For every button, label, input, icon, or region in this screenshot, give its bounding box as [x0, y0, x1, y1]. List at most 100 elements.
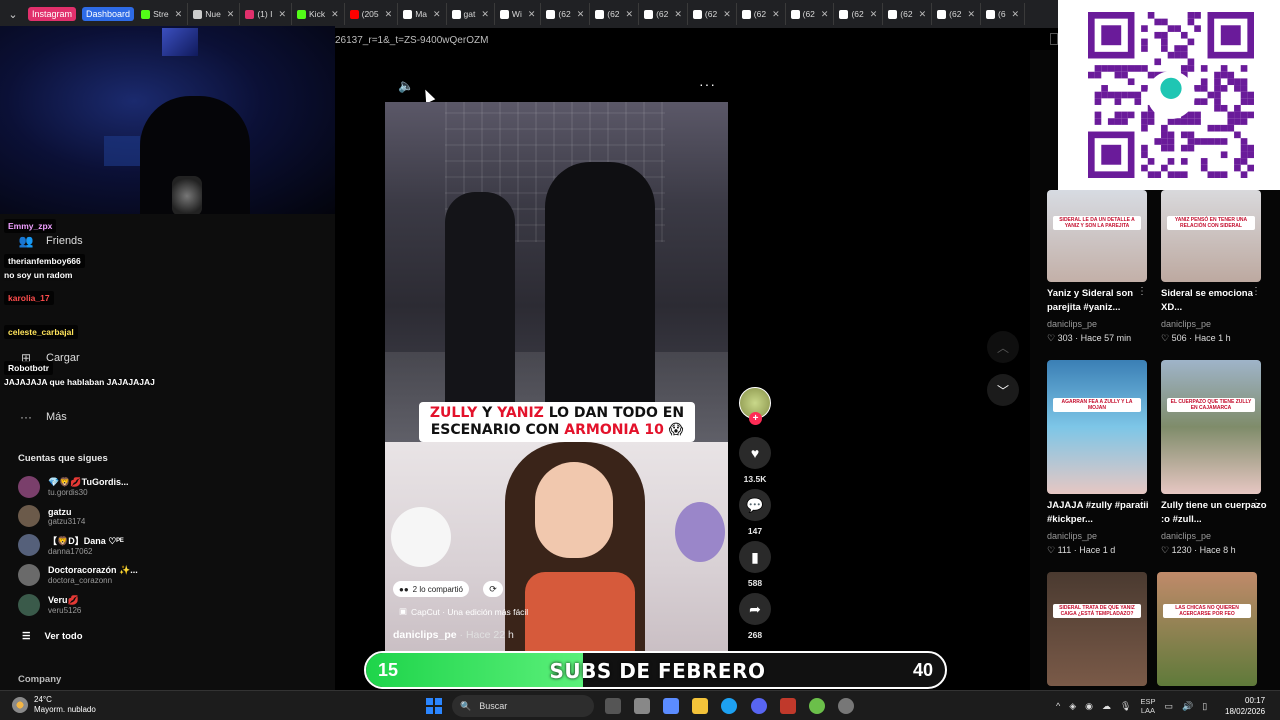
- pinned-tab-dashboard[interactable]: Dashboard: [82, 7, 135, 21]
- browser-tab[interactable]: (62 ✕: [639, 3, 688, 25]
- browser-tab[interactable]: (62 ✕: [883, 3, 933, 25]
- close-icon[interactable]: ✕: [967, 9, 975, 20]
- app-icon[interactable]: [809, 698, 825, 714]
- browser-tab[interactable]: (62 ✕: [590, 3, 640, 25]
- thumbnail-menu-icon[interactable]: ⋮: [1251, 498, 1261, 509]
- close-icon[interactable]: ✕: [227, 9, 235, 20]
- browser-tab[interactable]: (6 ✕: [981, 3, 1026, 25]
- browser-tab[interactable]: gat ✕: [447, 3, 495, 25]
- save-button[interactable]: ▮: [739, 541, 771, 573]
- tray-app-icon[interactable]: ◈: [1069, 701, 1076, 712]
- recommended-video-thumbnail[interactable]: AGARRAN FEA A ZULLY Y LA MOJAN: [1047, 360, 1147, 494]
- following-account[interactable]: Veru💋 veru5126: [18, 594, 81, 616]
- thumbnail-author[interactable]: daniclips_pe: [1047, 319, 1097, 329]
- address-bar[interactable]: 26137_r=1&_t=ZS-9400wQerOZM: [335, 30, 1060, 50]
- windows-start-icon[interactable]: [426, 698, 442, 714]
- close-icon[interactable]: ✕: [626, 9, 634, 20]
- following-account[interactable]: Doctoracorazón ✨... doctora_corazonn: [18, 564, 138, 586]
- chevron-up-icon[interactable]: ^: [1056, 701, 1060, 711]
- file-explorer-icon[interactable]: [692, 698, 708, 714]
- following-account[interactable]: 💎🦁💋TuGordis... tu.gordis30: [18, 476, 128, 498]
- browser-tab[interactable]: (62 ✕: [834, 3, 884, 25]
- close-icon[interactable]: ✕: [1012, 9, 1020, 20]
- video-options-icon[interactable]: ···: [699, 76, 716, 92]
- share-button[interactable]: ➦: [739, 593, 771, 625]
- thumbnail-menu-icon[interactable]: ⋮: [1137, 498, 1147, 509]
- close-icon[interactable]: ✕: [278, 9, 286, 20]
- close-icon[interactable]: ✕: [674, 9, 682, 20]
- thumbnail-author[interactable]: daniclips_pe: [1161, 531, 1211, 541]
- close-icon[interactable]: ✕: [528, 9, 536, 20]
- weather-widget[interactable]: 24°C Mayorm. nublado: [12, 695, 96, 715]
- task-view-icon[interactable]: [605, 698, 621, 714]
- browser-tab[interactable]: (62 ✕: [932, 3, 981, 25]
- next-video-button[interactable]: ﹀: [987, 374, 1019, 406]
- recommended-video-thumbnail[interactable]: EL CUERPAZO QUE TIENE ZULLY EN CAJAMARCA: [1161, 360, 1261, 494]
- close-icon[interactable]: ✕: [821, 9, 829, 20]
- thumbnail-author[interactable]: daniclips_pe: [1047, 531, 1097, 541]
- recommended-video-thumbnail[interactable]: YANIZ PENSÓ EN TENER UNA RELACIÓN CON SI…: [1161, 190, 1261, 282]
- browser-tab[interactable]: Stre ✕: [136, 3, 189, 25]
- thumbnail-author[interactable]: daniclips_pe: [1161, 319, 1211, 329]
- mic-icon[interactable]: 🎙: [1120, 701, 1131, 712]
- previous-video-button[interactable]: ︿: [987, 331, 1019, 363]
- store-icon[interactable]: [634, 698, 650, 714]
- close-icon[interactable]: ✕: [175, 9, 183, 20]
- browser-tab[interactable]: (62 ✕: [541, 3, 591, 25]
- video-player[interactable]: ZULLY Y YANIZ LO DAN TODO EN ESCENARIO C…: [385, 102, 728, 657]
- close-icon[interactable]: ✕: [481, 9, 489, 20]
- close-icon[interactable]: ✕: [331, 9, 339, 20]
- display-icon[interactable]: ▭: [1164, 701, 1173, 712]
- capcut-link[interactable]: ▣ CapCut · Una edición más fácil: [399, 606, 528, 617]
- shared-by-pill[interactable]: ●● 2 lo compartió: [393, 581, 469, 597]
- close-icon[interactable]: ✕: [385, 9, 393, 20]
- browser-tab[interactable]: (62 ✕: [737, 3, 786, 25]
- browser-tab[interactable]: Nue ✕: [188, 3, 241, 25]
- copilot-icon[interactable]: [663, 698, 679, 714]
- recommended-video-thumbnail[interactable]: SIDERAL TRATA DE QUE YANIZ CAIGA ¿ESTÁ T…: [1047, 572, 1147, 686]
- following-account[interactable]: 【🦁D】Dana ♡ᴾᴱ danna17062: [18, 534, 124, 556]
- recommended-video-thumbnail[interactable]: SIDERAL LE DA UN DETALLE A YANIZ Y SON L…: [1047, 190, 1147, 282]
- taskbar-search[interactable]: 🔍 Buscar: [452, 695, 594, 717]
- pinned-tab-instagram[interactable]: Instagram: [28, 7, 77, 21]
- browser-tab[interactable]: (1) I ✕: [240, 3, 293, 25]
- taskbar-clock[interactable]: 00:17 18/02/2026: [1225, 695, 1265, 717]
- like-button[interactable]: ♥: [739, 437, 771, 469]
- browser-tab[interactable]: Ma ✕: [398, 3, 447, 25]
- browser-tab[interactable]: Kick ✕: [292, 3, 345, 25]
- sidebar-item-more[interactable]: ··· Más: [18, 410, 67, 424]
- obs-icon[interactable]: [838, 698, 854, 714]
- comment-button[interactable]: 💬: [739, 489, 771, 521]
- onedrive-icon[interactable]: ☁: [1102, 701, 1111, 712]
- see-all-button[interactable]: ☰ Ver todo: [22, 631, 83, 642]
- close-icon[interactable]: ✕: [577, 9, 585, 20]
- close-icon[interactable]: ✕: [772, 9, 780, 20]
- volume-icon[interactable]: 🔈: [398, 78, 414, 94]
- tab-list-chevron-icon[interactable]: ⌄: [4, 5, 22, 23]
- video-author-line[interactable]: daniclips_pe · Hace 22 h: [393, 629, 514, 641]
- close-icon[interactable]: ✕: [723, 9, 731, 20]
- browser-tab[interactable]: (62 ✕: [688, 3, 737, 25]
- browser-tab[interactable]: (62 ✕: [786, 3, 835, 25]
- discord-icon[interactable]: [751, 698, 767, 714]
- company-link[interactable]: Company: [18, 674, 61, 685]
- recommended-video-thumbnail[interactable]: LAS CHICAS NO QUIEREN ACERCARSE POR FEO: [1157, 572, 1257, 686]
- reader-mode-icon[interactable]: [1050, 33, 1058, 45]
- battery-icon[interactable]: ▯: [1202, 701, 1207, 712]
- tray-app-icon[interactable]: ◉: [1085, 701, 1093, 712]
- close-icon[interactable]: ✕: [870, 9, 878, 20]
- following-account[interactable]: gatzu gatzu3174: [18, 505, 85, 527]
- thumbnail-menu-icon[interactable]: ⋮: [1137, 286, 1147, 297]
- close-icon[interactable]: ✕: [433, 9, 441, 20]
- close-icon[interactable]: ✕: [919, 9, 927, 20]
- sidebar-item-friends[interactable]: 👥 Friends: [18, 234, 83, 248]
- speaker-icon[interactable]: 🔊: [1182, 701, 1193, 712]
- browser-tab[interactable]: (205 ✕: [345, 3, 399, 25]
- repost-button[interactable]: ⟳: [483, 581, 503, 597]
- follow-plus-icon[interactable]: +: [749, 412, 762, 425]
- browser-tab[interactable]: Wi ✕: [495, 3, 542, 25]
- app-icon[interactable]: [780, 698, 796, 714]
- language-indicator[interactable]: ESP LAA: [1140, 697, 1155, 715]
- thumbnail-menu-icon[interactable]: ⋮: [1251, 286, 1261, 297]
- edge-icon[interactable]: [721, 698, 737, 714]
